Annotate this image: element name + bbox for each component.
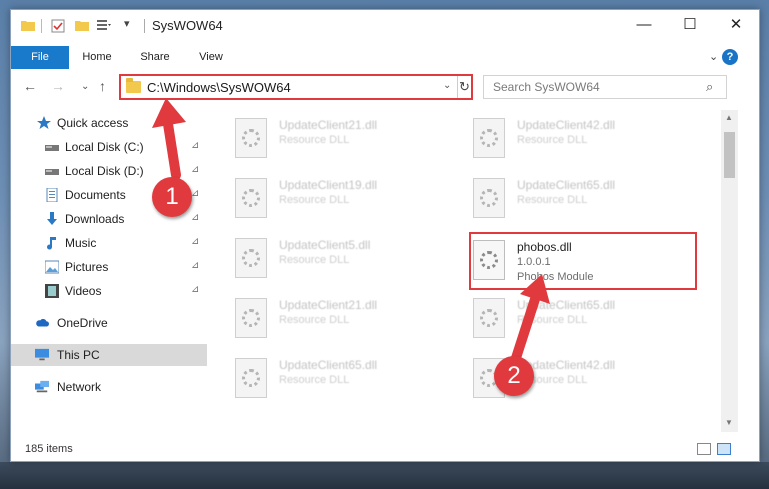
arrow-1 xyxy=(163,119,181,180)
annotation-step-2: 2 xyxy=(494,356,534,396)
annotation-arrows xyxy=(152,98,550,363)
annotation-step-1: 1 xyxy=(152,177,192,217)
arrow-1-head xyxy=(152,98,186,128)
arrow-2 xyxy=(511,291,541,363)
